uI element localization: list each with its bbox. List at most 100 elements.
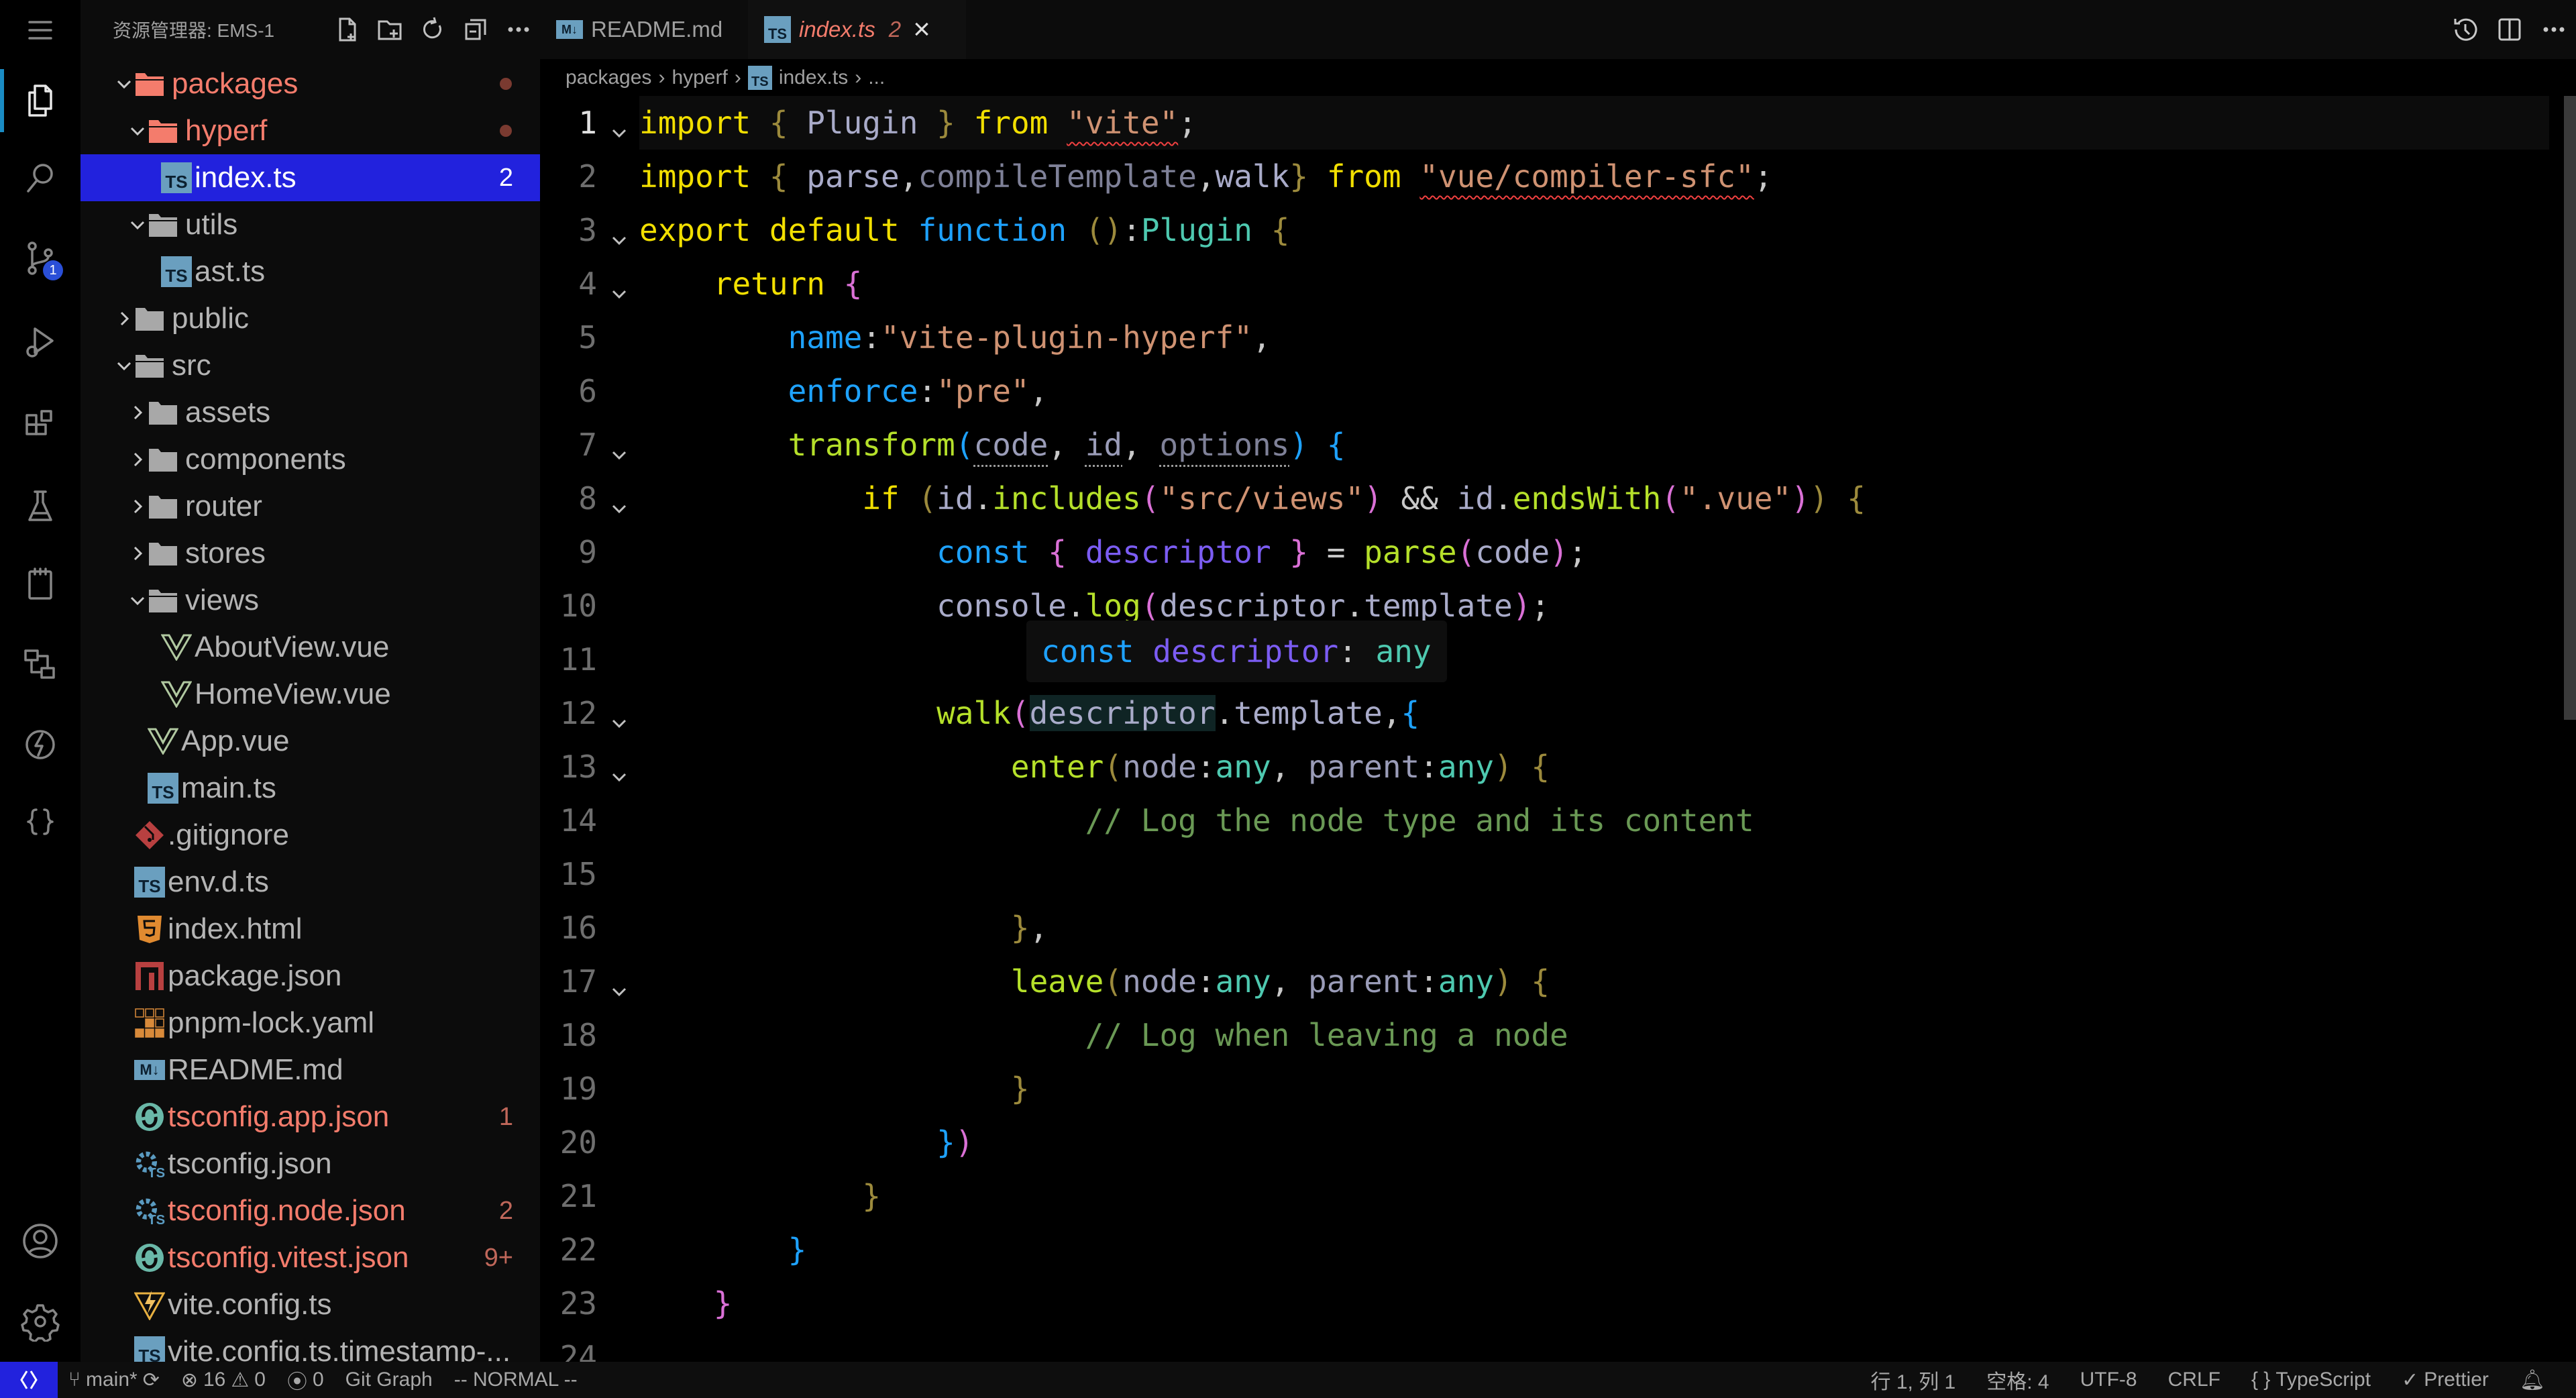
- tree-file[interactable]: TS index.ts 2: [80, 154, 540, 201]
- activity-run-debug[interactable]: [0, 305, 80, 379]
- tree-folder[interactable]: utils: [80, 201, 540, 248]
- chevron-right-icon[interactable]: [127, 543, 148, 563]
- tree-file[interactable]: TS main.ts: [80, 765, 540, 812]
- code-line[interactable]: 5 name: "vite-plugin-hyperf",: [540, 311, 2576, 364]
- tree-folder[interactable]: stores: [80, 530, 540, 577]
- code-line[interactable]: 18 // Log when leaving a node: [540, 1008, 2576, 1062]
- branch-indicator[interactable]: ⑂ main* ⟳: [68, 1368, 160, 1392]
- prettier-status[interactable]: ✓ Prettier: [2402, 1368, 2489, 1392]
- cursor-position[interactable]: 行 1, 列 1: [1871, 1365, 1956, 1395]
- tree-folder[interactable]: components: [80, 436, 540, 483]
- fold-chevron-icon[interactable]: [610, 971, 631, 997]
- code-line[interactable]: 9 const { descriptor } = parse(code);: [540, 525, 2576, 579]
- tree-folder[interactable]: packages: [80, 60, 540, 107]
- indentation[interactable]: 空格: 4: [1986, 1365, 2049, 1395]
- code-line[interactable]: 14 // Log the node type and its content: [540, 794, 2576, 847]
- code-line[interactable]: 8 if (id. includes("src/views") && id. end…: [540, 472, 2576, 525]
- fold-chevron-icon[interactable]: [610, 703, 631, 729]
- code-line[interactable]: 24: [540, 1330, 2576, 1362]
- more-icon[interactable]: [2532, 7, 2576, 52]
- activity-accounts[interactable]: [0, 1204, 80, 1278]
- activity-source-control[interactable]: 1: [0, 221, 80, 295]
- chevron-down-icon[interactable]: [127, 590, 148, 610]
- breadcrumb-item[interactable]: ...: [868, 66, 885, 89]
- tree-file[interactable]: pnpm-lock.yaml: [80, 1000, 540, 1046]
- more-icon[interactable]: [497, 9, 540, 50]
- fold-chevron-icon[interactable]: [610, 113, 631, 138]
- tree-folder[interactable]: views: [80, 577, 540, 624]
- chevron-right-icon[interactable]: [127, 496, 148, 517]
- new-folder-icon[interactable]: [368, 9, 411, 50]
- timeline-icon[interactable]: [2443, 7, 2487, 52]
- breadcrumb-item[interactable]: hyperf: [672, 66, 727, 89]
- encoding[interactable]: UTF-8: [2080, 1368, 2137, 1391]
- ports-indicator[interactable]: ⦿ 0: [287, 1365, 324, 1395]
- tab-index-ts[interactable]: TS index.ts 2 ×: [748, 0, 966, 59]
- line-ending[interactable]: CRLF: [2168, 1368, 2220, 1391]
- tree-file[interactable]: M↓ README.md: [80, 1046, 540, 1093]
- code-line[interactable]: 23 }: [540, 1277, 2576, 1330]
- tree-folder[interactable]: hyperf: [80, 107, 540, 154]
- chevron-right-icon[interactable]: [114, 309, 134, 329]
- code-line[interactable]: 13 enter(node: any, parent: any) {: [540, 740, 2576, 794]
- code-line[interactable]: 11: [540, 633, 2576, 686]
- code-line[interactable]: 19 }: [540, 1062, 2576, 1116]
- fold-chevron-icon[interactable]: [610, 757, 631, 782]
- close-icon[interactable]: ×: [913, 13, 930, 46]
- language-mode[interactable]: { } TypeScript: [2251, 1368, 2371, 1391]
- tree-file[interactable]: .gitignore: [80, 812, 540, 859]
- chevron-down-icon[interactable]: [114, 74, 134, 94]
- tree-file[interactable]: AboutView.vue: [80, 624, 540, 671]
- editor-scrollbar[interactable]: [2564, 96, 2576, 720]
- activity-remote-explorer[interactable]: [0, 627, 80, 701]
- tree-file[interactable]: HomeView.vue: [80, 671, 540, 718]
- tree-file[interactable]: TS env.d.ts: [80, 859, 540, 906]
- activity-search[interactable]: [0, 141, 80, 215]
- code-editor[interactable]: 1 import { Plugin } from "vite"; 2 import {…: [540, 96, 2576, 1362]
- code-line[interactable]: 22 }: [540, 1223, 2576, 1277]
- tree-folder[interactable]: router: [80, 483, 540, 530]
- tree-folder[interactable]: public: [80, 295, 540, 342]
- remote-button[interactable]: [0, 1362, 58, 1398]
- code-line[interactable]: 6 enforce: "pre",: [540, 364, 2576, 418]
- activity-testing[interactable]: [0, 470, 80, 543]
- tree-file[interactable]: tsconfig.app.json 1: [80, 1093, 540, 1140]
- tab-readme[interactable]: M↓ README.md: [540, 0, 748, 59]
- tree-folder[interactable]: src: [80, 342, 540, 389]
- tree-file[interactable]: vite.config.ts: [80, 1281, 540, 1328]
- tree-file[interactable]: TS tsconfig.json: [80, 1140, 540, 1187]
- fold-chevron-icon[interactable]: [610, 488, 631, 514]
- refresh-icon[interactable]: [411, 9, 454, 50]
- code-line[interactable]: 20 }): [540, 1116, 2576, 1169]
- activity-lightning[interactable]: [0, 708, 80, 782]
- code-line[interactable]: 10 console. log(descriptor. template);: [540, 579, 2576, 633]
- breadcrumb-item[interactable]: packages: [566, 66, 651, 89]
- chevron-down-icon[interactable]: [127, 215, 148, 235]
- chevron-down-icon[interactable]: [114, 356, 134, 376]
- breadcrumb-item[interactable]: index.ts: [779, 66, 848, 89]
- tree-file[interactable]: tsconfig.vitest.json 9+: [80, 1234, 540, 1281]
- code-line[interactable]: 7 transform(code, id, options) {: [540, 418, 2576, 472]
- code-line[interactable]: 2 import { parse, compileTemplate, walk} fr…: [540, 150, 2576, 203]
- code-line[interactable]: 3 export default function (): Plugin {: [540, 203, 2576, 257]
- activity-menu[interactable]: [0, 0, 80, 60]
- code-line[interactable]: 16 },: [540, 901, 2576, 955]
- tree-file[interactable]: TS tsconfig.node.json 2: [80, 1187, 540, 1234]
- activity-clipboard[interactable]: [0, 547, 80, 621]
- fold-chevron-icon[interactable]: [610, 274, 631, 299]
- fold-chevron-icon[interactable]: [610, 435, 631, 460]
- fold-chevron-icon[interactable]: [610, 220, 631, 246]
- chevron-down-icon[interactable]: [127, 121, 148, 141]
- code-line[interactable]: 4 return {: [540, 257, 2576, 311]
- code-line[interactable]: 17 leave(node: any, parent: any) {: [540, 955, 2576, 1008]
- new-file-icon[interactable]: [325, 9, 368, 50]
- tree-file[interactable]: TS vite.config.ts.timestamp-...: [80, 1328, 540, 1362]
- split-editor-icon[interactable]: [2487, 7, 2532, 52]
- code-line[interactable]: 15: [540, 847, 2576, 901]
- tree-file[interactable]: TS ast.ts: [80, 248, 540, 295]
- notifications-bell[interactable]: 🔔︎: [2520, 1368, 2545, 1392]
- collapse-icon[interactable]: [454, 9, 497, 50]
- code-line[interactable]: 1 import { Plugin } from "vite";: [540, 96, 2576, 150]
- code-line[interactable]: 21 }: [540, 1169, 2576, 1223]
- tree-file[interactable]: App.vue: [80, 718, 540, 765]
